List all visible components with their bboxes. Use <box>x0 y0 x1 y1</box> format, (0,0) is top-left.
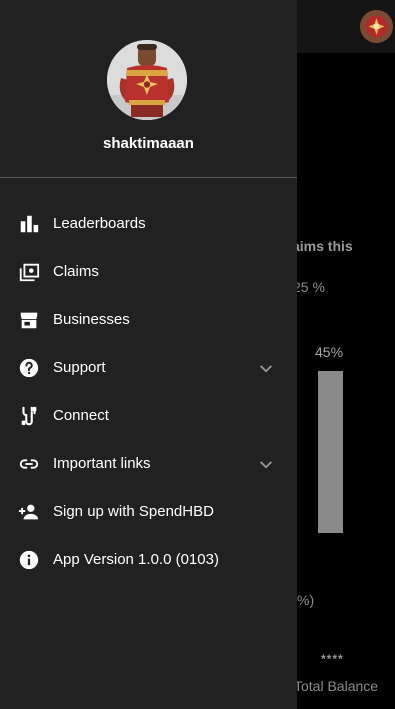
percent-bar <box>318 371 343 533</box>
link-icon <box>17 452 41 476</box>
chevron-down-icon[interactable] <box>257 455 275 473</box>
percent-label: 25 % <box>293 279 325 295</box>
profile-username: shaktimaaan <box>103 135 194 152</box>
claims-section-title: aims this <box>292 238 353 254</box>
drawer-divider <box>0 177 297 178</box>
menu-item-sign-up[interactable]: Sign up with SpendHBD <box>0 488 297 536</box>
storefront-icon <box>17 308 41 332</box>
menu-item-connect[interactable]: Connect <box>0 392 297 440</box>
navigation-drawer: shaktimaaan Leaderboards Claims Business… <box>0 0 297 709</box>
bar-percent-label: 45% <box>315 344 344 360</box>
bar-chart-icon <box>17 212 41 236</box>
menu-item-support[interactable]: Support <box>0 344 297 392</box>
menu-item-label: Connect <box>53 407 109 424</box>
menu-item-label: Leaderboards <box>53 215 146 232</box>
menu-item-label: Claims <box>53 263 99 280</box>
connect-icon <box>17 404 41 428</box>
percent-caption: %) <box>297 592 315 608</box>
help-circle-icon <box>17 356 41 380</box>
menu-item-label: Businesses <box>53 311 130 328</box>
menu-item-label: Support <box>53 359 106 376</box>
menu-item-label: Important links <box>53 455 151 472</box>
app-screen: aims this 25 % 45% %) **** Total Balance <box>0 0 395 709</box>
menu-item-label: Sign up with SpendHBD <box>53 503 214 520</box>
drawer-menu: Leaderboards Claims Businesses Support C… <box>0 200 297 584</box>
total-balance-label: Total Balance <box>294 678 379 694</box>
info-icon <box>17 548 41 572</box>
menu-item-app-version[interactable]: App Version 1.0.0 (0103) <box>0 536 297 584</box>
chevron-down-icon[interactable] <box>257 359 275 377</box>
balance-value: **** <box>321 652 344 666</box>
claims-icon <box>17 260 41 284</box>
menu-item-label: App Version 1.0.0 (0103) <box>53 551 219 568</box>
person-add-icon <box>17 500 41 524</box>
profile-avatar[interactable] <box>107 40 187 120</box>
menu-item-claims[interactable]: Claims <box>0 248 297 296</box>
menu-item-leaderboards[interactable]: Leaderboards <box>0 200 297 248</box>
menu-item-businesses[interactable]: Businesses <box>0 296 297 344</box>
menu-item-important-links[interactable]: Important links <box>0 440 297 488</box>
header-avatar[interactable] <box>360 10 393 43</box>
